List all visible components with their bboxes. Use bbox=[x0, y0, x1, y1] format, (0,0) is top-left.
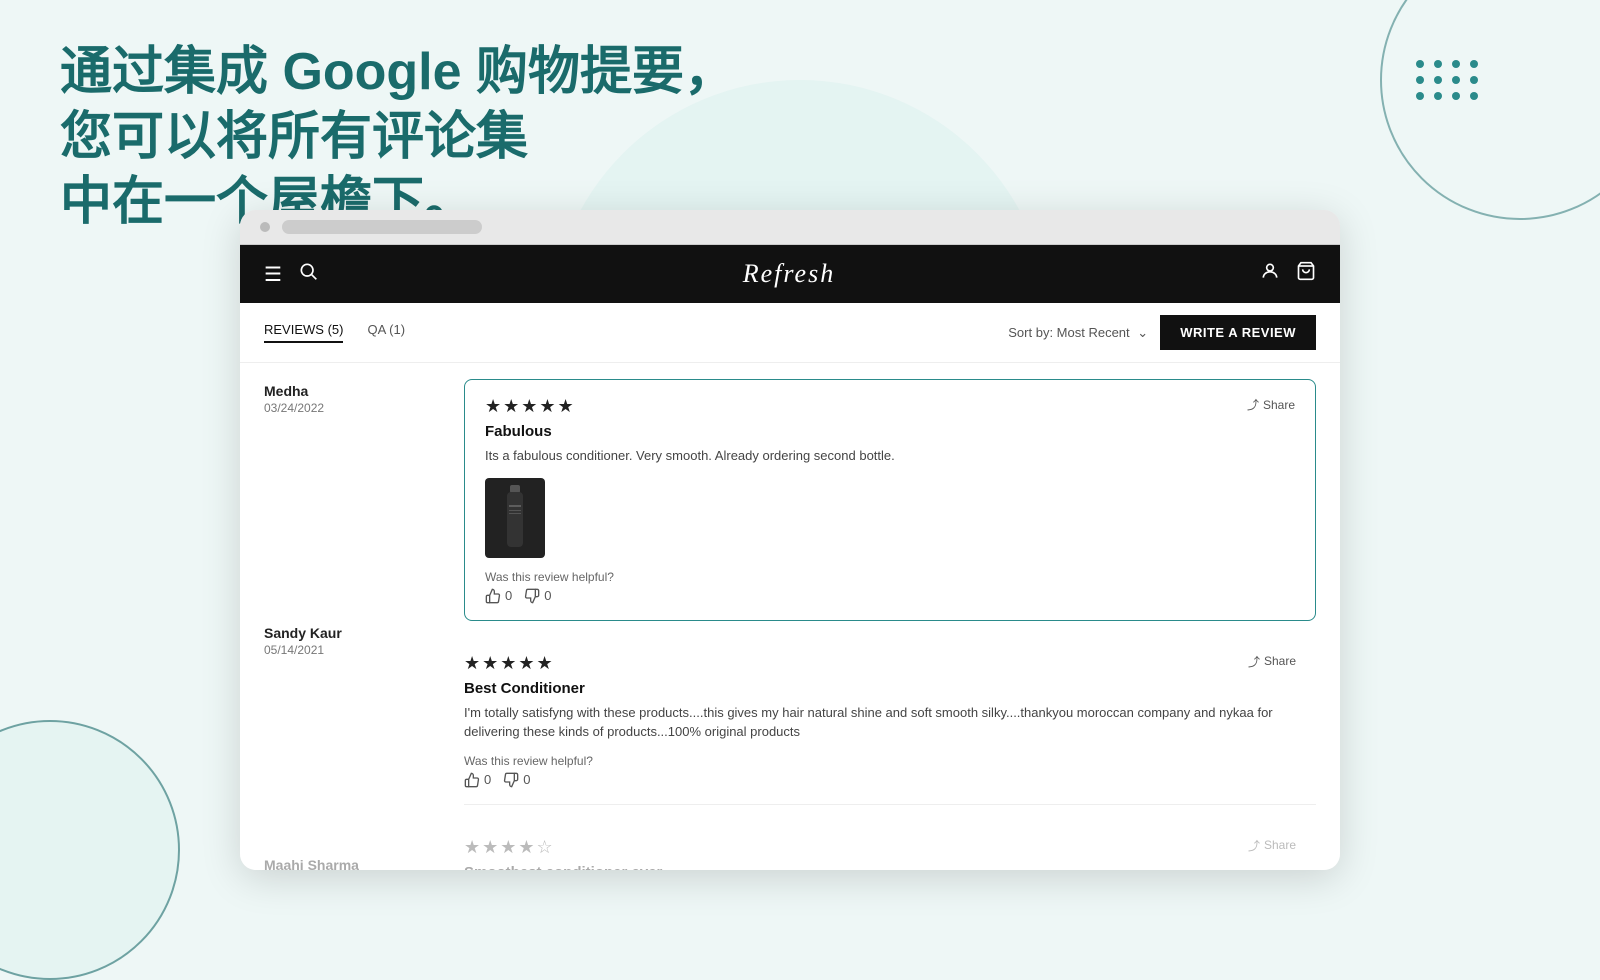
thumbs-up-btn-2[interactable]: 0 bbox=[464, 772, 491, 788]
share-icon-1: ⤴ bbox=[1247, 396, 1259, 413]
review-card-3: ★★★★☆ ⤴ Share Smoothest conditioner ever bbox=[464, 821, 1316, 871]
reviewer-name-1: Medha bbox=[264, 383, 416, 399]
browser-circle-1 bbox=[260, 222, 270, 232]
stars-2: ★★★★★ bbox=[464, 653, 555, 674]
helpful-label-1: Was this review helpful? bbox=[485, 570, 1295, 584]
review-body-1: Its a fabulous conditioner. Very smooth.… bbox=[485, 446, 1295, 466]
app-header-left: ☰ bbox=[264, 261, 318, 287]
reviewer-entry-2: Sandy Kaur 05/14/2021 bbox=[264, 625, 416, 657]
chevron-down-icon[interactable]: ⌄ bbox=[1137, 325, 1148, 340]
review-card-2: ★★★★★ ⤴ Share Best Conditioner I'm total… bbox=[464, 637, 1316, 805]
helpful-actions-1: 0 0 bbox=[485, 588, 1295, 604]
reviews-list: Medha 03/24/2022 Sandy Kaur 05/14/2021 M… bbox=[240, 363, 1340, 870]
review-body-2: I'm totally satisfyng with these product… bbox=[464, 703, 1296, 742]
thumbs-down-btn-2[interactable]: 0 bbox=[503, 772, 530, 788]
stars-1: ★★★★★ bbox=[485, 396, 576, 417]
search-icon[interactable] bbox=[298, 261, 318, 287]
browser-chrome bbox=[240, 210, 1340, 245]
thumbs-up-btn-1[interactable]: 0 bbox=[485, 588, 512, 604]
review-title-3: Smoothest conditioner ever bbox=[464, 864, 1296, 871]
review-card-1: ★★★★★ ⤴ Share Fabulous Its a fabulous co… bbox=[464, 379, 1316, 621]
cart-icon[interactable] bbox=[1296, 261, 1316, 287]
review-title-1: Fabulous bbox=[485, 423, 1295, 440]
main-heading: 通过集成 Google 购物提要，您可以将所有评论集 中在一个屋檐下。 bbox=[60, 40, 760, 235]
review-header-1: ★★★★★ ⤴ Share bbox=[485, 396, 1295, 417]
reviewer-date-1: 03/24/2022 bbox=[264, 401, 416, 415]
reviewer-name-2: Sandy Kaur bbox=[264, 625, 416, 641]
helpful-actions-2: 0 0 bbox=[464, 772, 1296, 788]
reviewer-entry-1: Medha 03/24/2022 bbox=[264, 383, 416, 415]
browser-mockup: ☰ Refresh bbox=[240, 210, 1340, 870]
review-header-2: ★★★★★ ⤴ Share bbox=[464, 653, 1296, 674]
share-icon-2: ⤴ bbox=[1248, 653, 1260, 670]
deco-dots bbox=[1416, 60, 1480, 100]
browser-url-bar bbox=[282, 220, 482, 234]
share-link-2[interactable]: ⤴ Share bbox=[1248, 653, 1296, 670]
helpful-label-2: Was this review helpful? bbox=[464, 754, 1296, 768]
app-logo: Refresh bbox=[318, 259, 1260, 289]
tab-reviews[interactable]: REVIEWS (5) bbox=[264, 322, 343, 343]
tabs-right: Sort by: Most Recent ⌄ WRITE A REVIEW bbox=[1008, 315, 1316, 350]
share-link-1[interactable]: ⤴ Share bbox=[1247, 396, 1295, 413]
reviews-col: ★★★★★ ⤴ Share Fabulous Its a fabulous co… bbox=[440, 363, 1340, 870]
share-link-3: ⤴ Share bbox=[1248, 837, 1296, 854]
deco-circle-bottom-left bbox=[0, 720, 180, 980]
review-title-2: Best Conditioner bbox=[464, 680, 1296, 697]
app-header: ☰ Refresh bbox=[240, 245, 1340, 303]
helpful-section-2: Was this review helpful? 0 0 bbox=[464, 754, 1296, 788]
thumbs-down-btn-1[interactable]: 0 bbox=[524, 588, 551, 604]
app-header-right bbox=[1260, 261, 1316, 287]
stars-3: ★★★★☆ bbox=[464, 837, 555, 858]
deco-circle-top-right bbox=[1380, 0, 1600, 220]
review-image-1 bbox=[485, 478, 545, 558]
reviews-area: REVIEWS (5) QA (1) Sort by: Most Recent … bbox=[240, 303, 1340, 870]
user-icon[interactable] bbox=[1260, 261, 1280, 287]
reviewer-entry-3: Maahi Sharma 05/06/2021 bbox=[264, 857, 416, 870]
menu-icon[interactable]: ☰ bbox=[264, 262, 282, 287]
tabs-left: REVIEWS (5) QA (1) bbox=[264, 322, 405, 343]
review-header-3: ★★★★☆ ⤴ Share bbox=[464, 837, 1296, 858]
heading-line1: 通过集成 Google 购物提要，您可以将所有评论集 bbox=[60, 40, 760, 170]
tab-qa[interactable]: QA (1) bbox=[367, 322, 405, 343]
tabs-bar: REVIEWS (5) QA (1) Sort by: Most Recent … bbox=[240, 303, 1340, 363]
reviewer-name-3: Maahi Sharma bbox=[264, 857, 416, 870]
reviewer-date-2: 05/14/2021 bbox=[264, 643, 416, 657]
sort-label: Sort by: Most Recent ⌄ bbox=[1008, 325, 1148, 341]
helpful-section-1: Was this review helpful? 0 0 bbox=[485, 570, 1295, 604]
write-review-button[interactable]: WRITE A REVIEW bbox=[1160, 315, 1316, 350]
reviewer-col: Medha 03/24/2022 Sandy Kaur 05/14/2021 M… bbox=[240, 363, 440, 870]
share-icon-3: ⤴ bbox=[1248, 837, 1260, 854]
